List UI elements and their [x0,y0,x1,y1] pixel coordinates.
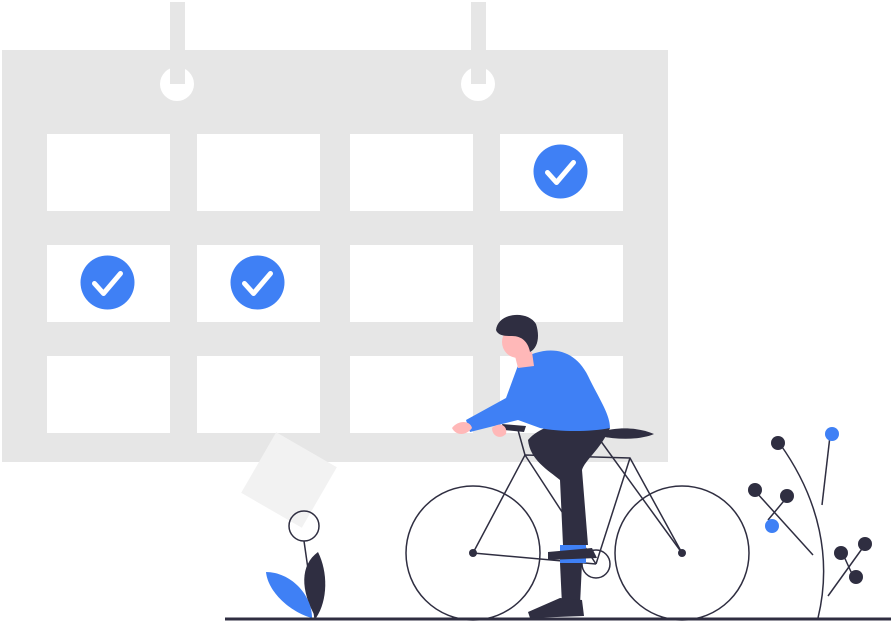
calendar-day-cell [47,134,170,211]
check-circle-icon [230,255,285,310]
berry-blue-1 [825,427,839,441]
right-plant-branch-1 [821,435,831,506]
calendar-day-cell [350,356,473,433]
cyclist-shoe-front [548,548,597,560]
berry-dark-4 [834,546,848,560]
calendar-ring-right-stem [471,62,486,84]
calendar-day-cell [197,134,320,211]
bicycle-front-hub [678,549,686,557]
calendar-day-cell [47,356,170,433]
cyclist-legs [528,422,610,545]
check-circle-icon [533,144,588,199]
berry-dark-3 [780,489,794,503]
right-plant-stem-main [779,443,825,619]
calendar-ring-left-stem [170,62,185,84]
calendar-day-cell [350,245,473,322]
berry-dark-6 [849,570,863,584]
berry-blue-2 [765,519,779,533]
berry-dark-2 [748,483,762,497]
bicycle-rear-hub [469,549,477,557]
berry-dark-5 [858,537,872,551]
calendar-day-cell [500,245,623,322]
check-circle-icon [80,255,135,310]
calendar-cyclist-illustration [2,2,891,621]
cyclist-shoe-back [528,598,584,618]
calendar-day-cell [197,356,320,433]
illustration-canvas [0,0,891,621]
calendar-day-cell [350,134,473,211]
berry-dark-1 [771,436,785,450]
